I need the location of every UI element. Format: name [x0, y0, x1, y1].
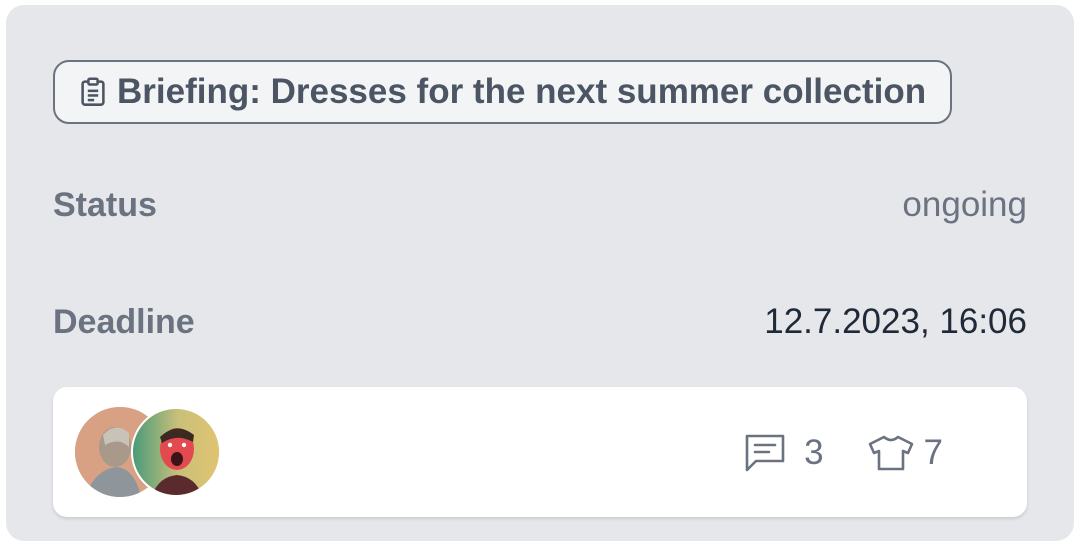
avatar-group[interactable]	[75, 407, 221, 499]
briefing-link[interactable]: Briefing: Dresses for the next summer co…	[53, 60, 953, 124]
item-count: 7	[923, 433, 943, 472]
status-label: Status	[53, 185, 157, 224]
card-meta: 3 7	[744, 431, 943, 475]
deadline-value: 12.7.2023, 16:06	[764, 302, 1027, 341]
comment-icon	[744, 433, 786, 473]
deadline-row: Deadline 12.7.2023, 16:06	[53, 296, 1027, 348]
briefing-card[interactable]: Briefing: Dresses for the next summer co…	[6, 5, 1074, 541]
status-row: Status ongoing	[53, 179, 1027, 231]
briefing-title: Briefing: Dresses for the next summer co…	[117, 72, 927, 111]
deadline-label: Deadline	[53, 302, 195, 341]
status-value: ongoing	[902, 185, 1027, 224]
avatar[interactable]	[131, 407, 221, 497]
clipboard-icon	[79, 77, 107, 107]
card-footer: 3 7	[53, 387, 1027, 517]
tshirt-icon	[868, 435, 914, 471]
comment-count: 3	[804, 433, 824, 472]
